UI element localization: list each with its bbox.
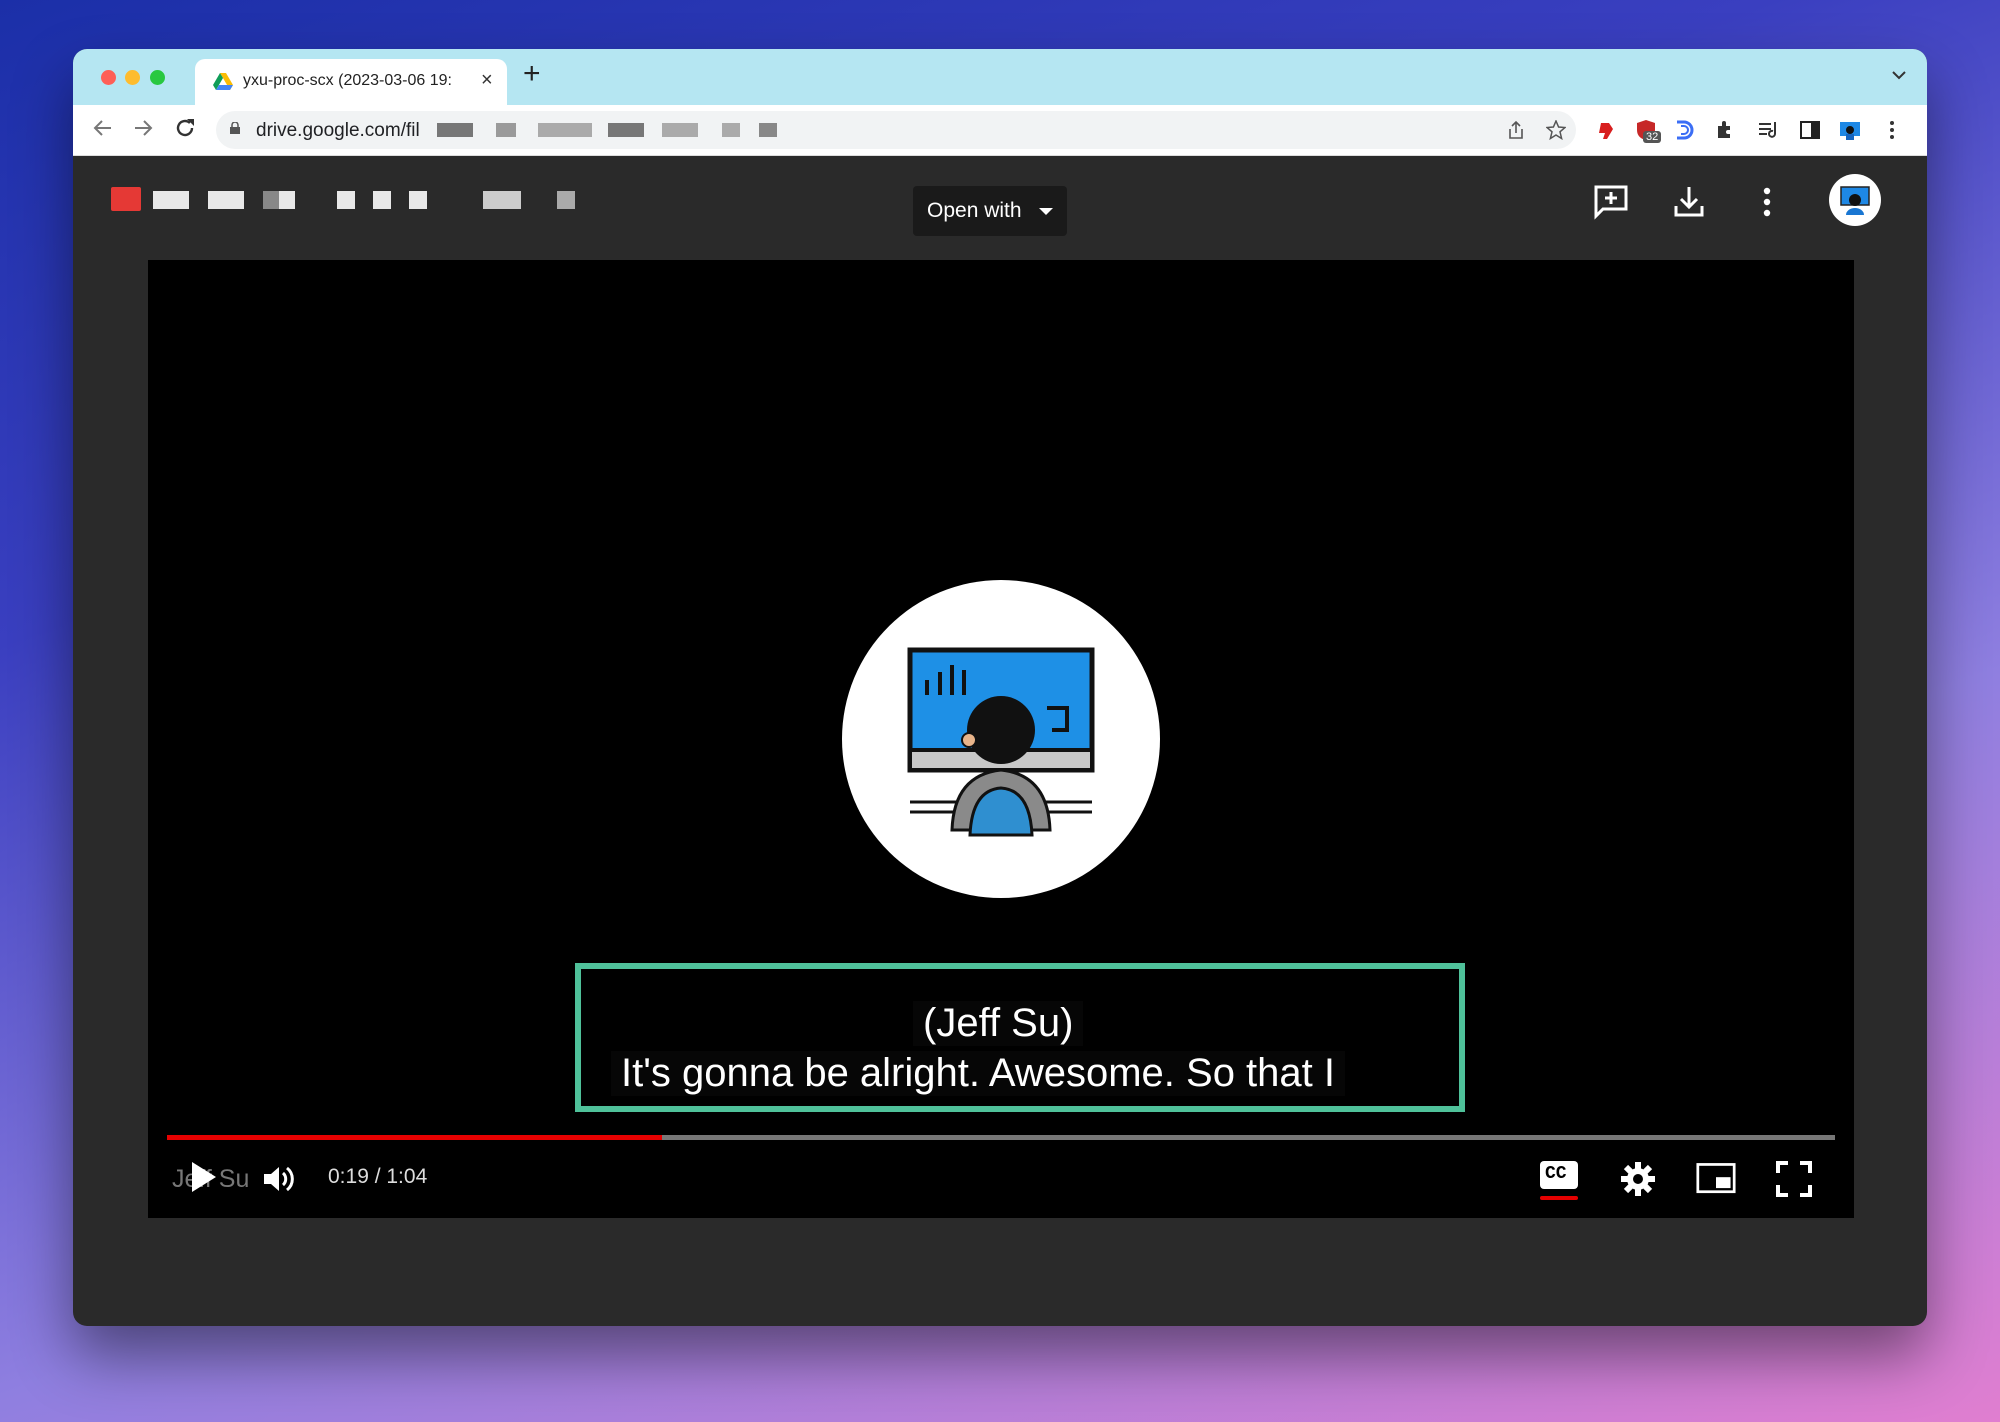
account-avatar[interactable]	[1829, 174, 1881, 226]
cc-active-underline	[1540, 1196, 1578, 1200]
caret-down-icon	[1039, 208, 1053, 215]
minimize-window-button[interactable]	[125, 70, 140, 85]
share-icon[interactable]	[1506, 120, 1526, 140]
drive-preview-header: Open with	[73, 156, 1927, 251]
reading-list-icon[interactable]	[1757, 119, 1779, 141]
new-tab-button[interactable]: +	[523, 59, 541, 89]
highlighted-caption-box: (Jeff Su) It's gonna be alright. Awesome…	[575, 963, 1465, 1112]
fullscreen-icon[interactable]	[1774, 1159, 1814, 1199]
account-avatar-icon	[1840, 186, 1870, 215]
redacted-filename-block	[557, 191, 575, 209]
tab-search-chevron-icon[interactable]	[1891, 69, 1907, 81]
redacted-url-block	[538, 123, 592, 137]
volume-icon[interactable]	[262, 1164, 296, 1194]
open-with-label: Open with	[927, 199, 1022, 222]
caption-text-line: It's gonna be alright. Awesome. So that …	[611, 1051, 1346, 1096]
miniplayer-icon[interactable]	[1696, 1159, 1736, 1199]
extension-badge: 32	[1643, 131, 1662, 143]
extension-blue-d-icon[interactable]	[1673, 119, 1695, 141]
lock-icon	[230, 122, 240, 134]
profile-avatar-icon[interactable]	[1839, 119, 1861, 141]
redacted-url-block	[662, 123, 698, 137]
redacted-filename-block	[409, 191, 427, 209]
reload-icon[interactable]	[173, 116, 197, 140]
extension-red-hand-icon[interactable]	[1595, 119, 1617, 141]
browser-menu-kebab-icon[interactable]	[1881, 119, 1903, 141]
tab-strip: yxu-proc-scx (2023-03-06 19: × +	[73, 49, 1927, 105]
redacted-filename-block	[373, 191, 391, 209]
redacted-filename-block	[483, 191, 521, 209]
redacted-filename-block	[208, 191, 244, 209]
zoom-window-button[interactable]	[150, 70, 165, 85]
redacted-url-block	[496, 123, 516, 137]
video-progress-fill	[167, 1135, 663, 1140]
time-display: 0:19 / 1:04	[328, 1165, 428, 1188]
redacted-filename-block	[153, 191, 189, 209]
redacted-url-block	[722, 123, 740, 137]
browser-window: yxu-proc-scx (2023-03-06 19: × + drive.g…	[73, 49, 1927, 1326]
redacted-url-block	[437, 123, 473, 137]
cc-label: CC	[1545, 1164, 1567, 1184]
tab-title: yxu-proc-scx (2023-03-06 19:	[243, 72, 452, 89]
download-icon[interactable]	[1669, 182, 1709, 222]
tab-close-button[interactable]: ×	[481, 69, 493, 92]
person-at-computer-illustration-icon	[907, 647, 1095, 837]
add-comment-icon[interactable]	[1591, 182, 1631, 222]
address-bar[interactable]: drive.google.com/fil	[216, 111, 1576, 149]
video-player[interactable]: (Jeff Su) It's gonna be alright. Awesome…	[148, 260, 1854, 1218]
caption-speaker-line: (Jeff Su)	[913, 1001, 1084, 1046]
url-text: drive.google.com/fil	[256, 120, 420, 141]
open-with-button[interactable]: Open with	[913, 186, 1067, 236]
redacted-filename-block	[337, 191, 355, 209]
video-progress-bar[interactable]	[167, 1135, 1835, 1140]
bookmark-star-icon[interactable]	[1546, 120, 1566, 140]
redacted-url-block	[759, 123, 777, 137]
redacted-url-block	[608, 123, 644, 137]
captions-cc-button[interactable]: CC	[1540, 1159, 1580, 1200]
extensions-puzzle-icon[interactable]	[1715, 119, 1737, 141]
back-arrow-icon[interactable]	[91, 116, 115, 140]
active-tab[interactable]: yxu-proc-scx (2023-03-06 19: ×	[195, 59, 507, 105]
side-panel-icon[interactable]	[1799, 119, 1821, 141]
extension-shield-icon[interactable]: 32	[1635, 119, 1662, 143]
play-icon[interactable]	[192, 1162, 216, 1192]
channel-logo-image	[842, 580, 1160, 898]
settings-gear-icon[interactable]	[1618, 1159, 1658, 1199]
browser-toolbar: drive.google.com/fil 32	[73, 105, 1927, 156]
redacted-filename-block	[279, 191, 295, 209]
video-file-icon	[111, 187, 141, 211]
close-window-button[interactable]	[101, 70, 116, 85]
more-options-kebab-icon[interactable]	[1747, 182, 1787, 222]
redacted-filename-block	[263, 191, 279, 209]
forward-arrow-icon[interactable]	[131, 116, 155, 140]
google-drive-icon	[213, 73, 233, 90]
